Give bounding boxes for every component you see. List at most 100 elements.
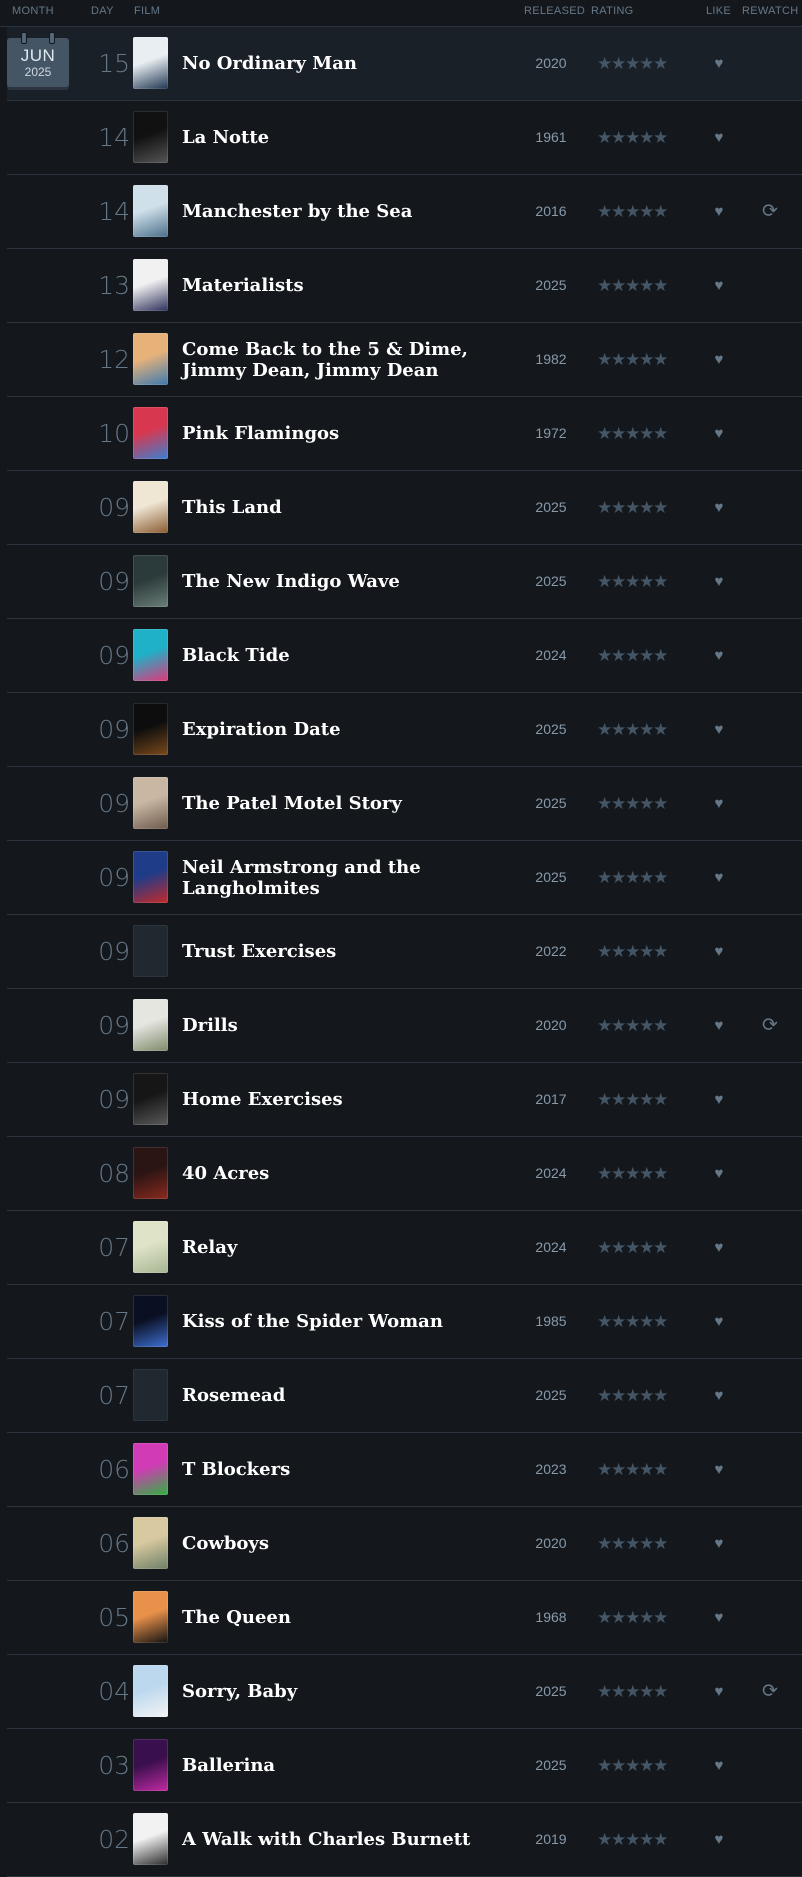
entry-day[interactable]: 15: [84, 27, 130, 100]
diary-entry-row[interactable]: 09 Drills 2020 ★★★★★ ♥ ⟳: [7, 989, 802, 1063]
entry-day[interactable]: 06: [84, 1433, 130, 1506]
film-title[interactable]: This Land: [182, 471, 482, 544]
film-title[interactable]: Black Tide: [182, 619, 482, 692]
rating-stars-icon[interactable]: ★★★★★: [597, 1507, 668, 1580]
diary-entry-row[interactable]: 04 Sorry, Baby 2025 ★★★★★ ♥ ⟳: [7, 1655, 802, 1729]
diary-entry-row[interactable]: 09 Black Tide 2024 ★★★★★ ♥: [7, 619, 802, 693]
film-poster[interactable]: [133, 555, 168, 607]
entry-day[interactable]: 09: [84, 767, 130, 840]
film-title[interactable]: Expiration Date: [182, 693, 482, 766]
film-poster[interactable]: [133, 1813, 168, 1865]
entry-day[interactable]: 05: [84, 1581, 130, 1654]
film-poster[interactable]: [133, 1221, 168, 1273]
film-poster[interactable]: [133, 111, 168, 163]
diary-entry-row[interactable]: 07 Kiss of the Spider Woman 1985 ★★★★★ ♥: [7, 1285, 802, 1359]
film-title[interactable]: La Notte: [182, 101, 482, 174]
film-poster[interactable]: [133, 703, 168, 755]
calendar-month-badge[interactable]: JUN 2025: [7, 32, 69, 87]
diary-entry-row[interactable]: 05 The Queen 1968 ★★★★★ ♥: [7, 1581, 802, 1655]
entry-day[interactable]: 08: [84, 1137, 130, 1210]
entry-day[interactable]: 02: [84, 1803, 130, 1876]
diary-entry-row[interactable]: 14 La Notte 1961 ★★★★★ ♥: [7, 101, 802, 175]
rating-stars-icon[interactable]: ★★★★★: [597, 1655, 668, 1728]
diary-entry-row[interactable]: 09 Expiration Date 2025 ★★★★★ ♥: [7, 693, 802, 767]
entry-day[interactable]: 14: [84, 175, 130, 248]
film-title[interactable]: The New Indigo Wave: [182, 545, 482, 618]
film-title[interactable]: Come Back to the 5 & Dime, Jimmy Dean, J…: [182, 323, 482, 396]
rating-stars-icon[interactable]: ★★★★★: [597, 989, 668, 1062]
diary-entry-row[interactable]: 02 A Walk with Charles Burnett 2019 ★★★★★ ♥: [7, 1803, 802, 1877]
diary-entry-row[interactable]: 09 Neil Armstrong and the Langholmites 202…: [7, 841, 802, 915]
like-heart-icon[interactable]: ♥: [704, 1137, 734, 1210]
like-heart-icon[interactable]: ♥: [704, 1433, 734, 1506]
rating-stars-icon[interactable]: ★★★★★: [597, 915, 668, 988]
film-poster[interactable]: [133, 1147, 168, 1199]
like-heart-icon[interactable]: ♥: [704, 101, 734, 174]
film-poster[interactable]: [133, 185, 168, 237]
film-poster[interactable]: [133, 481, 168, 533]
rating-stars-icon[interactable]: ★★★★★: [597, 1729, 668, 1802]
rating-stars-icon[interactable]: ★★★★★: [597, 693, 668, 766]
film-poster[interactable]: [133, 925, 168, 977]
like-heart-icon[interactable]: ♥: [704, 1803, 734, 1876]
entry-day[interactable]: 09: [84, 471, 130, 544]
rating-stars-icon[interactable]: ★★★★★: [597, 841, 668, 914]
diary-entry-row[interactable]: 13 Materialists 2025 ★★★★★ ♥: [7, 249, 802, 323]
diary-entry-row[interactable]: 14 Manchester by the Sea 2016 ★★★★★ ♥ ⟳: [7, 175, 802, 249]
film-title[interactable]: Neil Armstrong and the Langholmites: [182, 841, 482, 914]
like-heart-icon[interactable]: ♥: [704, 1655, 734, 1728]
film-title[interactable]: Relay: [182, 1211, 482, 1284]
diary-entry-row[interactable]: 09 The Patel Motel Story 2025 ★★★★★ ♥: [7, 767, 802, 841]
entry-day[interactable]: 06: [84, 1507, 130, 1580]
entry-day[interactable]: 12: [84, 323, 130, 396]
entry-day[interactable]: 07: [84, 1285, 130, 1358]
film-title[interactable]: A Walk with Charles Burnett: [182, 1803, 482, 1876]
entry-day[interactable]: 03: [84, 1729, 130, 1802]
diary-entry-row[interactable]: 06 T Blockers 2023 ★★★★★ ♥: [7, 1433, 802, 1507]
film-poster[interactable]: [133, 1443, 168, 1495]
film-poster[interactable]: [133, 259, 168, 311]
rating-stars-icon[interactable]: ★★★★★: [597, 101, 668, 174]
film-title[interactable]: Rosemead: [182, 1359, 482, 1432]
like-heart-icon[interactable]: ♥: [704, 27, 734, 100]
film-poster[interactable]: [133, 629, 168, 681]
film-poster[interactable]: [133, 37, 168, 89]
diary-entry-row[interactable]: 09 The New Indigo Wave 2025 ★★★★★ ♥: [7, 545, 802, 619]
diary-entry-row[interactable]: 06 Cowboys 2020 ★★★★★ ♥: [7, 1507, 802, 1581]
entry-day[interactable]: 09: [84, 989, 130, 1062]
film-title[interactable]: No Ordinary Man: [182, 27, 482, 100]
like-heart-icon[interactable]: ♥: [704, 1063, 734, 1136]
film-title[interactable]: The Queen: [182, 1581, 482, 1654]
rating-stars-icon[interactable]: ★★★★★: [597, 471, 668, 544]
like-heart-icon[interactable]: ♥: [704, 175, 734, 248]
film-title[interactable]: T Blockers: [182, 1433, 482, 1506]
diary-entry-row[interactable]: 10 Pink Flamingos 1972 ★★★★★ ♥: [7, 397, 802, 471]
film-poster[interactable]: [133, 777, 168, 829]
like-heart-icon[interactable]: ♥: [704, 397, 734, 470]
entry-day[interactable]: 09: [84, 841, 130, 914]
film-poster[interactable]: [133, 851, 168, 903]
like-heart-icon[interactable]: ♥: [704, 693, 734, 766]
like-heart-icon[interactable]: ♥: [704, 1285, 734, 1358]
diary-entry-row[interactable]: JUN 2025 15 No Ordinary Man 2020 ★★★★★ ♥: [7, 27, 802, 101]
like-heart-icon[interactable]: ♥: [704, 1729, 734, 1802]
entry-day[interactable]: 09: [84, 915, 130, 988]
rating-stars-icon[interactable]: ★★★★★: [597, 767, 668, 840]
entry-day[interactable]: 09: [84, 1063, 130, 1136]
like-heart-icon[interactable]: ♥: [704, 1581, 734, 1654]
rating-stars-icon[interactable]: ★★★★★: [597, 175, 668, 248]
like-heart-icon[interactable]: ♥: [704, 249, 734, 322]
film-title[interactable]: Cowboys: [182, 1507, 482, 1580]
entry-day[interactable]: 09: [84, 693, 130, 766]
film-title[interactable]: Pink Flamingos: [182, 397, 482, 470]
rating-stars-icon[interactable]: ★★★★★: [597, 323, 668, 396]
film-title[interactable]: Home Exercises: [182, 1063, 482, 1136]
diary-entry-row[interactable]: 09 This Land 2025 ★★★★★ ♥: [7, 471, 802, 545]
rating-stars-icon[interactable]: ★★★★★: [597, 1211, 668, 1284]
film-title[interactable]: Materialists: [182, 249, 482, 322]
like-heart-icon[interactable]: ♥: [704, 989, 734, 1062]
like-heart-icon[interactable]: ♥: [704, 915, 734, 988]
rating-stars-icon[interactable]: ★★★★★: [597, 1137, 668, 1210]
rating-stars-icon[interactable]: ★★★★★: [597, 1285, 668, 1358]
diary-entry-row[interactable]: 09 Trust Exercises 2022 ★★★★★ ♥: [7, 915, 802, 989]
